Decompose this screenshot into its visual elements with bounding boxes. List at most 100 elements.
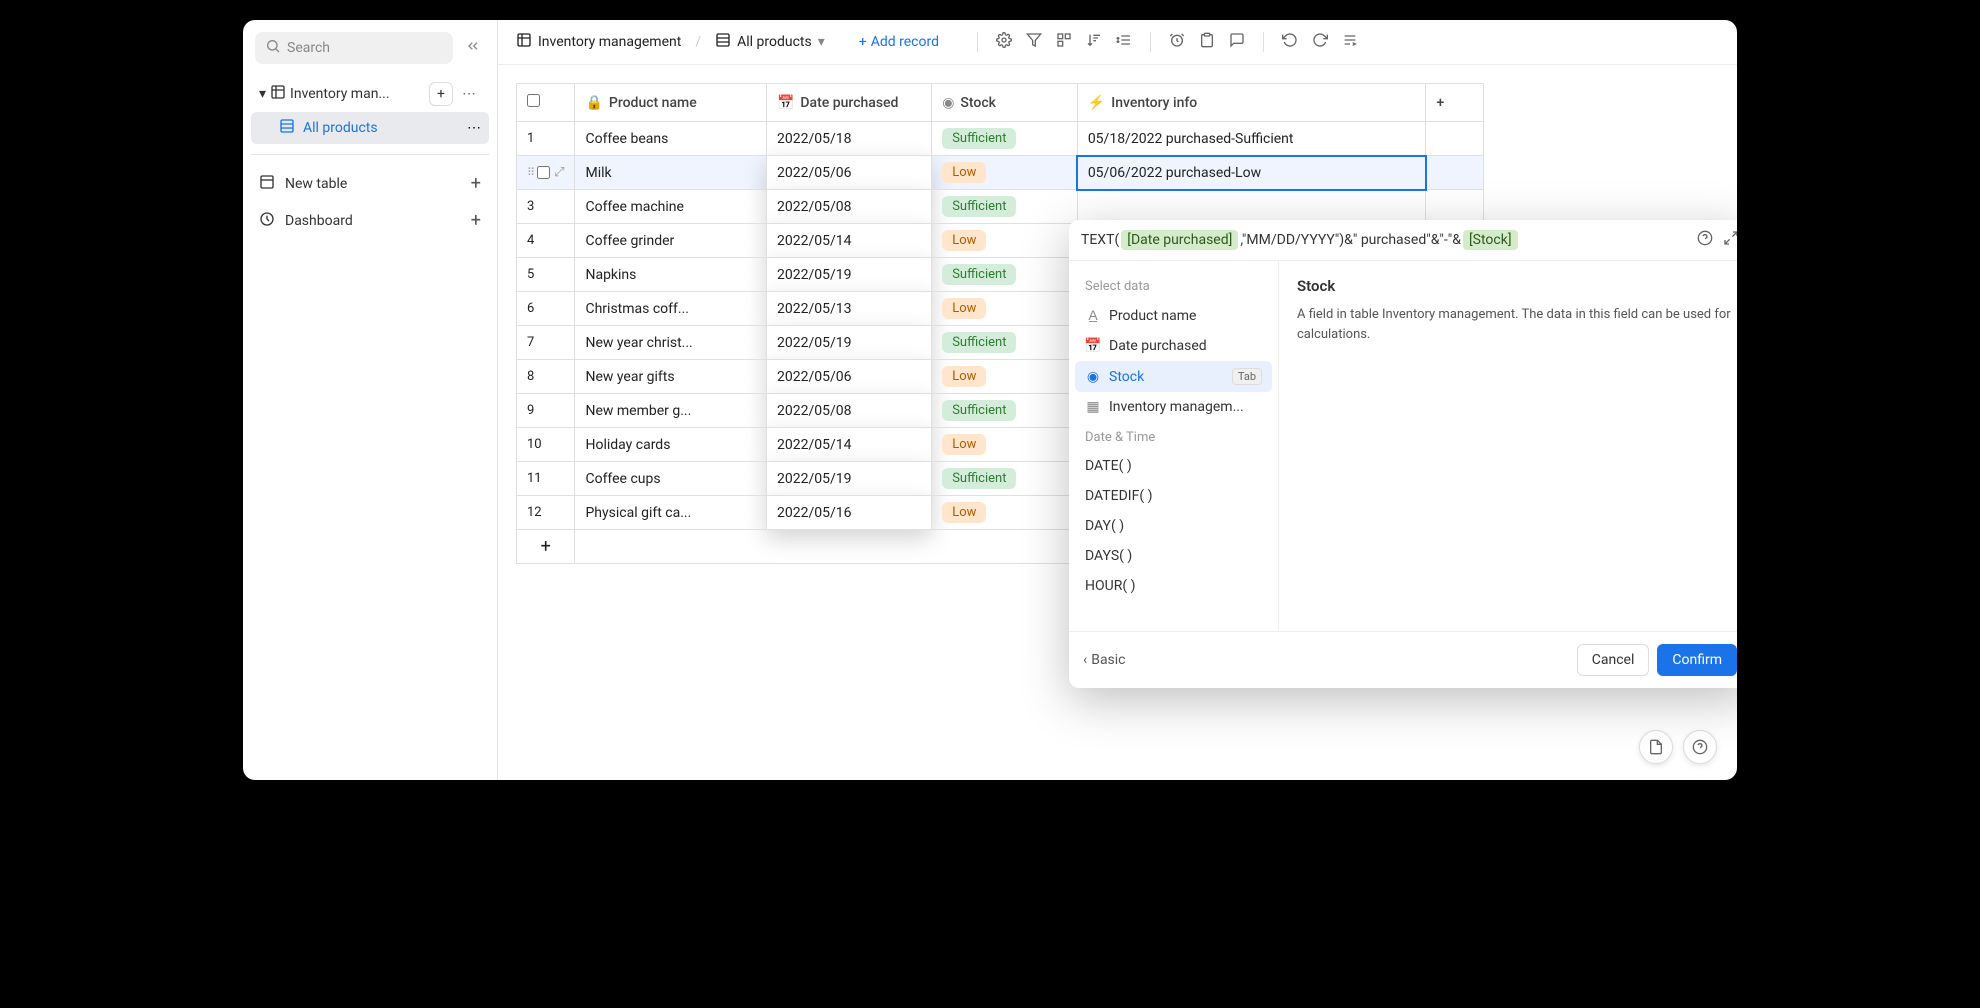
cell-stock[interactable]: Low (932, 156, 1078, 190)
cell-date[interactable]: 2022/05/18 (766, 122, 931, 156)
basic-mode-button[interactable]: ‹ Basic (1083, 652, 1126, 668)
cell-stock[interactable]: Sufficient (932, 190, 1078, 224)
new-table-row[interactable]: New table + (251, 165, 489, 202)
row-number-cell[interactable]: 10 (517, 428, 575, 462)
cell-date[interactable]: 2022/05/19 (766, 326, 931, 360)
cell-date[interactable]: 2022/05/19 (766, 462, 931, 496)
reminder-icon[interactable] (1169, 32, 1185, 52)
add-record-button[interactable]: + Add record (859, 34, 939, 50)
cell-date[interactable]: 2022/05/13 (766, 292, 931, 326)
row-number-cell[interactable]: 7 (517, 326, 575, 360)
clipboard-icon[interactable] (1199, 32, 1215, 52)
cell-stock[interactable]: Sufficient (932, 122, 1078, 156)
column-stock[interactable]: ◉Stock (932, 84, 1078, 122)
row-number-cell[interactable]: 8 (517, 360, 575, 394)
cell-stock[interactable]: Low (932, 360, 1078, 394)
sidebar-view-row[interactable]: All products ⋯ (251, 112, 489, 144)
cell-stock[interactable]: Sufficient (932, 394, 1078, 428)
table-more-icon[interactable]: ⋯ (457, 82, 481, 106)
cell-product[interactable]: Christmas coff... (575, 292, 767, 326)
cancel-button[interactable]: Cancel (1577, 644, 1650, 676)
cell-info[interactable] (1077, 190, 1426, 224)
add-view-button[interactable]: + (429, 82, 453, 106)
column-product[interactable]: 🔒Product name (575, 84, 767, 122)
row-number-cell[interactable]: 11 (517, 462, 575, 496)
drag-handle-icon[interactable]: ⠿ (527, 166, 533, 179)
function-item[interactable]: DATE( ) (1075, 451, 1272, 481)
add-row-plus[interactable]: + (517, 530, 575, 564)
cell-date[interactable]: 2022/05/06 (766, 156, 931, 190)
function-item[interactable]: DAYS( ) (1075, 541, 1272, 571)
view-more-icon[interactable]: ⋯ (467, 120, 481, 136)
gear-icon[interactable] (996, 32, 1012, 52)
row-number-cell[interactable]: ⠿ ⤢ (517, 156, 575, 190)
row-height-icon[interactable] (1116, 32, 1132, 52)
row-number-cell[interactable]: 5 (517, 258, 575, 292)
expand-row-icon[interactable]: ⤢ (554, 165, 564, 180)
undo-icon[interactable] (1282, 32, 1298, 52)
dashboard-row[interactable]: Dashboard + (251, 202, 489, 239)
field-item-inventory[interactable]: ▦Inventory managem... (1075, 392, 1272, 422)
table-row[interactable]: ⠿ ⤢Milk2022/05/06Low05/06/2022 purchased… (517, 156, 1484, 190)
select-all-checkbox[interactable] (527, 94, 540, 107)
cell-product[interactable]: Coffee cups (575, 462, 767, 496)
add-column-button[interactable]: + (1426, 84, 1484, 122)
cell-product[interactable]: Napkins (575, 258, 767, 292)
collapse-sidebar-icon[interactable] (461, 34, 485, 62)
cell-product[interactable]: Coffee machine (575, 190, 767, 224)
filter-icon[interactable] (1026, 32, 1042, 52)
cell-product[interactable]: Milk (575, 156, 767, 190)
breadcrumb-view[interactable]: All products ▾ (715, 32, 825, 52)
cell-product[interactable]: Coffee beans (575, 122, 767, 156)
function-item[interactable]: DAY( ) (1075, 511, 1272, 541)
field-item-product[interactable]: A̲Product name (1075, 300, 1272, 331)
breadcrumb-table[interactable]: Inventory management (516, 32, 681, 52)
automation-icon[interactable] (1342, 32, 1358, 52)
row-number-cell[interactable]: 4 (517, 224, 575, 258)
column-date[interactable]: 📅Date purchased (766, 84, 931, 122)
cell-stock[interactable]: Low (932, 428, 1078, 462)
cell-stock[interactable]: Sufficient (932, 258, 1078, 292)
cell-stock[interactable]: Low (932, 224, 1078, 258)
cell-stock[interactable]: Low (932, 496, 1078, 530)
row-number-cell[interactable]: 6 (517, 292, 575, 326)
sidebar-table-row[interactable]: ▾ Inventory man... + ⋯ (251, 76, 489, 112)
confirm-button[interactable]: Confirm (1657, 644, 1737, 676)
search-input[interactable]: Search (255, 32, 453, 64)
cell-product[interactable]: Coffee grinder (575, 224, 767, 258)
cell-date[interactable]: 2022/05/08 (766, 190, 931, 224)
cell-info[interactable]: 05/18/2022 purchased-Sufficient (1077, 122, 1426, 156)
function-item[interactable]: DATEDIF( ) (1075, 481, 1272, 511)
cell-stock[interactable]: Low (932, 292, 1078, 326)
expand-icon[interactable] (1723, 230, 1737, 250)
cell-date[interactable]: 2022/05/16 (766, 496, 931, 530)
row-number-cell[interactable]: 3 (517, 190, 575, 224)
group-icon[interactable] (1056, 32, 1072, 52)
sort-icon[interactable] (1086, 32, 1102, 52)
table-row[interactable]: 3Coffee machine2022/05/08Sufficient (517, 190, 1484, 224)
help-float-button[interactable] (1683, 730, 1717, 764)
field-item-date[interactable]: 📅Date purchased (1075, 331, 1272, 361)
cell-date[interactable]: 2022/05/06 (766, 360, 931, 394)
cell-stock[interactable]: Sufficient (932, 462, 1078, 496)
cell-stock[interactable]: Sufficient (932, 326, 1078, 360)
row-checkbox[interactable] (537, 166, 550, 179)
row-number-cell[interactable]: 1 (517, 122, 575, 156)
table-row[interactable]: 1Coffee beans2022/05/18Sufficient05/18/2… (517, 122, 1484, 156)
cell-product[interactable]: New year christ... (575, 326, 767, 360)
cell-date[interactable]: 2022/05/14 (766, 428, 931, 462)
cell-product[interactable]: Physical gift ca... (575, 496, 767, 530)
plus-icon[interactable]: + (471, 210, 481, 231)
redo-icon[interactable] (1312, 32, 1328, 52)
cell-date[interactable]: 2022/05/14 (766, 224, 931, 258)
column-info[interactable]: ⚡Inventory info (1077, 84, 1426, 122)
cell-product[interactable]: Holiday cards (575, 428, 767, 462)
doc-float-button[interactable] (1639, 730, 1673, 764)
row-number-cell[interactable]: 9 (517, 394, 575, 428)
row-number-cell[interactable]: 12 (517, 496, 575, 530)
cell-date[interactable]: 2022/05/19 (766, 258, 931, 292)
plus-icon[interactable]: + (471, 173, 481, 194)
help-icon[interactable] (1697, 230, 1713, 250)
cell-date[interactable]: 2022/05/08 (766, 394, 931, 428)
function-item[interactable]: HOUR( ) (1075, 571, 1272, 601)
